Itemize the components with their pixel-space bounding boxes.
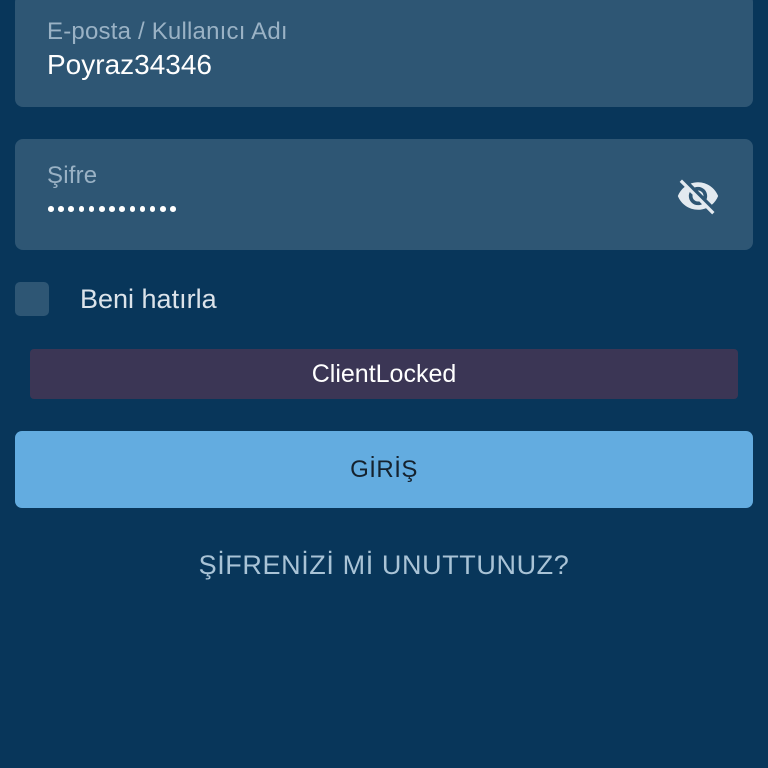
password-mask-dot bbox=[149, 206, 156, 212]
remember-me-row: Beni hatırla bbox=[15, 282, 217, 316]
forgot-password-link[interactable]: ŞİFRENİZİ Mİ UNUTTUNUZ? bbox=[0, 550, 768, 581]
password-mask-dot bbox=[58, 206, 64, 212]
password-mask-dot bbox=[109, 206, 115, 212]
password-mask-dot bbox=[78, 206, 85, 212]
password-label: Şifre bbox=[47, 162, 98, 189]
password-mask-dot bbox=[170, 206, 176, 212]
toggle-password-visibility-button[interactable] bbox=[675, 173, 721, 219]
username-label: E-posta / Kullanıcı Adı bbox=[47, 18, 288, 45]
password-mask-dot bbox=[119, 206, 125, 212]
password-mask-dot bbox=[48, 206, 54, 212]
username-field[interactable]: E-posta / Kullanıcı Adı Poyraz34346 bbox=[15, 0, 753, 107]
password-mask-dot bbox=[129, 206, 136, 212]
login-screen: E-posta / Kullanıcı Adı Poyraz34346 Şifr… bbox=[0, 0, 768, 768]
error-message-banner: ClientLocked bbox=[30, 349, 738, 399]
username-input[interactable]: Poyraz34346 bbox=[47, 49, 212, 81]
password-mask-dot bbox=[98, 206, 105, 212]
remember-me-checkbox[interactable] bbox=[15, 282, 49, 316]
password-field[interactable]: Şifre bbox=[15, 139, 753, 250]
password-mask-dot bbox=[139, 206, 146, 212]
remember-me-label[interactable]: Beni hatırla bbox=[80, 284, 217, 315]
login-button[interactable]: GİRİŞ bbox=[15, 431, 753, 508]
password-mask-dot bbox=[160, 206, 166, 212]
password-mask-dot bbox=[68, 206, 74, 212]
password-mask-dot bbox=[88, 206, 95, 212]
eye-off-icon bbox=[677, 179, 719, 215]
password-input[interactable] bbox=[48, 206, 176, 212]
